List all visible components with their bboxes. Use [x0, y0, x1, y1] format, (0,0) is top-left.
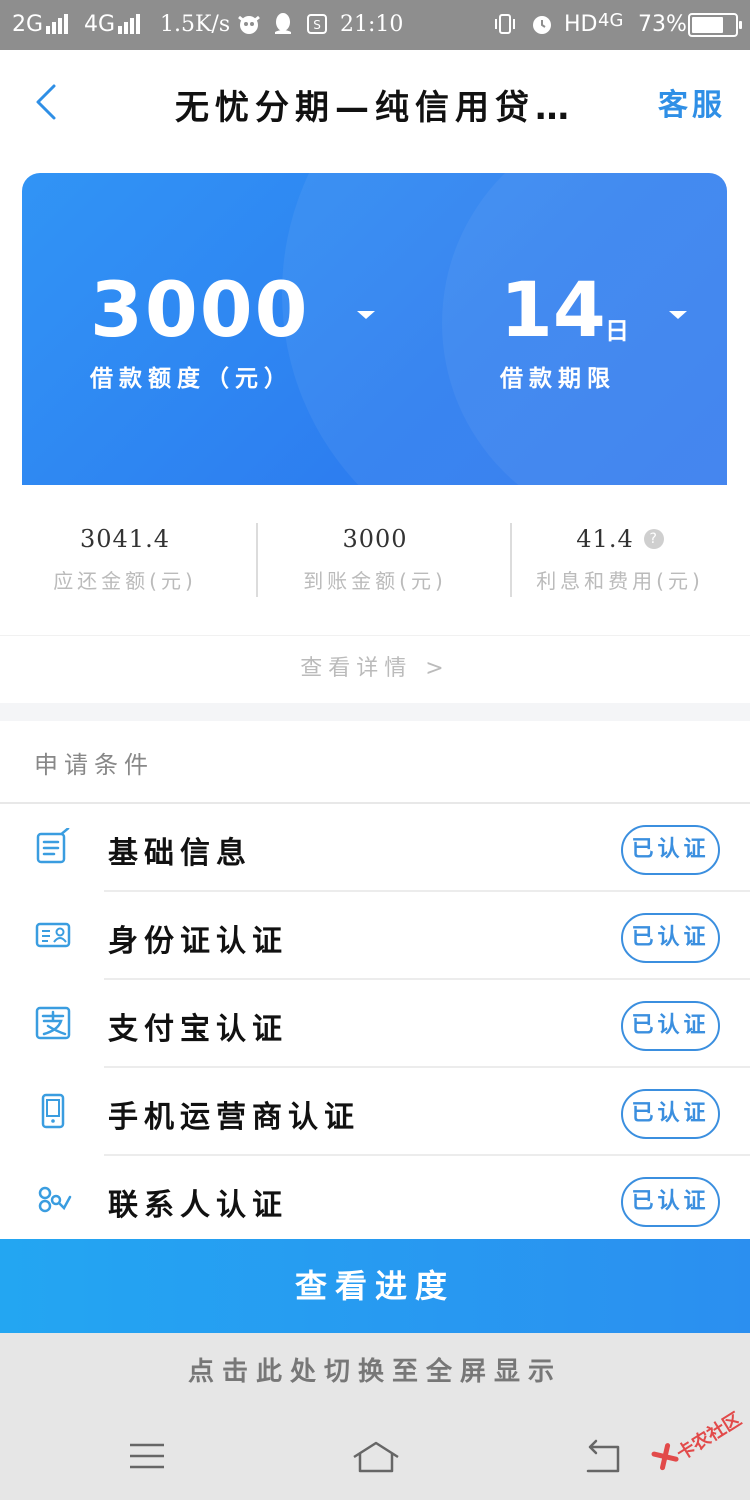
loan-term-unit: 日	[605, 317, 629, 345]
divider	[0, 635, 750, 636]
menu-icon[interactable]	[128, 1441, 166, 1471]
view-details-link[interactable]: 查看详情 >	[0, 650, 750, 682]
fee-value: 41.4	[576, 525, 634, 553]
vibrate-icon	[492, 12, 518, 43]
fullscreen-toggle[interactable]: 点击此处切换至全屏显示	[0, 1333, 750, 1413]
sim1-label: 2G	[12, 12, 44, 37]
term-dropdown-icon[interactable]	[669, 311, 687, 319]
receive-amount-label: 到账金额(元)	[303, 569, 447, 593]
customer-service-link[interactable]: 客服	[658, 80, 726, 124]
sim2-label: 4G	[84, 12, 116, 37]
phone-icon	[41, 1093, 65, 1129]
battery-percent: 73%	[638, 12, 687, 37]
condition-label: 联系人认证	[108, 1188, 288, 1223]
watermark-text: 卡农社区	[673, 1408, 746, 1465]
loan-term[interactable]: 14	[500, 265, 606, 354]
verified-badge[interactable]: 已认证	[621, 825, 720, 875]
page-title: 无忧分期—纯信用贷…	[175, 88, 575, 128]
signal-icon	[46, 14, 70, 41]
verified-badge[interactable]: 已认证	[621, 1177, 720, 1227]
condition-row-basic-info[interactable]: 基础信息 已认证	[0, 804, 750, 892]
condition-label: 身份证认证	[108, 924, 288, 959]
home-icon[interactable]	[350, 1439, 402, 1475]
svg-text:S: S	[313, 18, 321, 32]
amount-dropdown-icon[interactable]	[357, 311, 375, 319]
sms-icon: S	[306, 12, 328, 43]
condition-label: 基础信息	[108, 836, 252, 871]
verified-badge[interactable]: 已认证	[621, 1089, 720, 1139]
condition-row-alipay[interactable]: 支付宝认证 已认证	[0, 980, 750, 1068]
condition-row-contacts[interactable]: 联系人认证 已认证	[0, 1156, 750, 1244]
system-nav-bar	[0, 1413, 750, 1500]
net-speed: 1.5K/s	[160, 12, 231, 37]
section-gap	[0, 703, 750, 721]
system-back-icon[interactable]	[582, 1437, 624, 1477]
condition-row-id-card[interactable]: 身份证认证 已认证	[0, 892, 750, 980]
help-icon[interactable]: ?	[643, 529, 664, 549]
alarm-icon	[530, 12, 554, 43]
verified-badge[interactable]: 已认证	[621, 913, 720, 963]
condition-label: 支付宝认证	[108, 1012, 288, 1047]
signal-icon	[118, 14, 142, 41]
alipay-icon	[35, 1006, 71, 1040]
fee-cell: 41.4? 利息和费用(元)	[490, 525, 750, 594]
condition-row-carrier[interactable]: 手机运营商认证 已认证	[0, 1068, 750, 1156]
battery-icon	[688, 13, 742, 37]
receive-amount-cell: 3000 到账金额(元)	[250, 525, 500, 594]
repay-amount-label: 应还金额(元)	[53, 569, 197, 593]
qq-icon	[272, 12, 294, 43]
loan-term-label: 借款期限	[500, 366, 616, 392]
repay-amount-value: 3041.4	[80, 525, 170, 553]
loan-amount[interactable]: 3000	[90, 265, 310, 354]
id-card-icon	[35, 922, 71, 948]
condition-label: 手机运营商认证	[108, 1100, 360, 1135]
app-notification-icon	[236, 12, 262, 43]
app-header: 无忧分期—纯信用贷… 客服	[0, 50, 750, 155]
contacts-icon	[38, 1186, 72, 1213]
network-type: 4G	[598, 10, 624, 31]
receive-amount-value: 3000	[342, 525, 408, 553]
view-progress-button[interactable]: 查看进度	[0, 1239, 750, 1333]
hd-label: HD	[564, 12, 598, 37]
fee-label: 利息和费用(元)	[536, 569, 704, 593]
loan-amount-label: 借款额度（元）	[90, 366, 293, 392]
status-bar: 2G 4G 1.5K/s S 21:10 HD 4G 73%	[0, 0, 750, 50]
clock: 21:10	[340, 12, 404, 37]
loan-summary: 3041.4 应还金额(元) 3000 到账金额(元) 41.4? 利息和费用(…	[0, 485, 750, 703]
loan-card: 3000 借款额度（元） 14 日 借款期限	[22, 173, 727, 503]
conditions-title: 申请条件	[34, 751, 154, 779]
document-icon	[36, 828, 70, 864]
verified-badge[interactable]: 已认证	[621, 1001, 720, 1051]
repay-amount-cell: 3041.4 应还金额(元)	[0, 525, 250, 594]
